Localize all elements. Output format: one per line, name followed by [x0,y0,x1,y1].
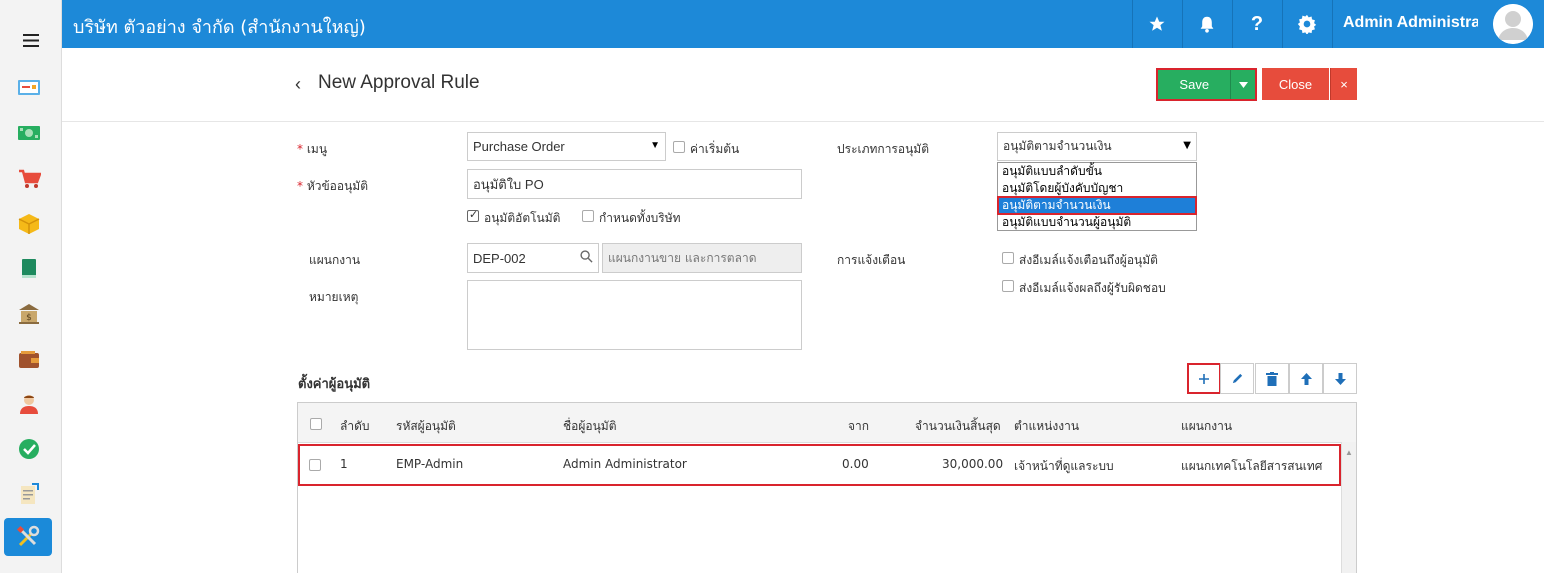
company-wide-checkbox[interactable] [582,210,594,222]
close-x-icon[interactable]: × [1330,68,1357,100]
approval-type-option[interactable]: อนุมัติแบบลำดับขั้น [998,163,1196,180]
notification-bell-icon[interactable] [1182,0,1231,48]
remark-label: หมายเหตุ [309,290,359,304]
favorite-star-icon[interactable] [1132,0,1181,48]
notify-owner-checkbox[interactable] [1002,280,1014,292]
col-position[interactable]: ตำแหน่งงาน [1014,417,1079,436]
save-dropdown-caret-icon[interactable] [1230,70,1255,99]
sidebar-settings-tools-icon[interactable] [4,518,52,556]
company-wide-label: กำหนดทั้งบริษัท [599,211,681,225]
avatar[interactable] [1493,4,1533,44]
col-department[interactable]: แผนกงาน [1181,417,1232,436]
row-checkbox[interactable] [309,459,321,471]
page-title: New Approval Rule [318,72,480,93]
save-button-group: Save [1156,68,1257,101]
col-code[interactable]: รหัสผู้อนุมัติ [396,417,456,436]
approval-type-option-selected[interactable]: อนุมัติตามจำนวนเงิน [997,196,1197,215]
svg-text:$: $ [26,313,32,323]
sidebar-money-icon[interactable] [14,118,44,148]
cell-name: Admin Administrator [563,457,687,471]
approval-type-dropdown-list: อนุมัติแบบลำดับขั้น อนุมัติโดยผู้บังคับบ… [997,162,1197,231]
auto-approve-label: อนุมัติอัตโนมัติ [484,211,561,225]
department-code-input[interactable]: DEP-002 [467,243,599,273]
notify-label: การแจ้งเตือน [837,253,906,267]
scroll-up-arrow-icon[interactable]: ▲ [1345,448,1353,457]
save-button[interactable]: Save [1158,70,1231,99]
approval-type-select[interactable]: อนุมัติตามจำนวนเงิน ▼ [997,132,1197,161]
header-divider [62,121,1544,122]
sidebar-employee-icon[interactable] [14,389,44,419]
add-approver-plus-icon[interactable] [1187,363,1221,394]
sidebar-approve-icon[interactable] [14,434,44,464]
col-seq[interactable]: ลำดับ [340,417,370,436]
notify-approver-checkbox[interactable] [1002,252,1014,264]
sidebar-dashboard-icon[interactable] [14,72,44,102]
approval-type-label: ประเภทการอนุมัติ [837,142,929,156]
auto-approve-checkbox[interactable] [467,208,479,222]
delete-trash-icon[interactable] [1255,363,1289,394]
sidebar: $ [0,0,62,573]
col-name[interactable]: ชื่อผู้อนุมัติ [563,417,617,436]
sidebar-report-icon[interactable] [14,479,44,509]
approval-type-caret-icon: ▼ [1183,140,1191,151]
default-label: ค่าเริ่มต้น [690,142,740,156]
approval-type-option[interactable]: อนุมัติโดยผู้บังคับบัญชา [998,180,1196,197]
company-name: บริษัท ตัวอย่าง จำกัด (สำนักงานใหญ่) [73,17,366,38]
cell-from: 0.00 [842,457,869,471]
menu-select[interactable]: Purchase Order ▼ [467,132,666,161]
col-from[interactable]: จาก [848,417,869,436]
user-name: Admin Administrator [1343,14,1478,31]
cell-code: EMP-Admin [396,457,464,471]
back-chevron-icon[interactable]: ‹ [295,74,301,95]
sidebar-wallet-icon[interactable] [14,344,44,374]
cell-position: เจ้าหน้าที่ดูแลระบบ [1014,459,1114,473]
approvers-section-title: ตั้งค่าผู้อนุมัติ [298,377,371,392]
default-checkbox[interactable] [673,141,685,153]
department-label: แผนกงาน [309,253,361,267]
grid-vertical-scrollbar[interactable]: ▲ [1341,442,1356,573]
select-all-checkbox[interactable] [310,418,322,430]
move-up-arrow-icon[interactable] [1289,363,1323,394]
hamburger-menu-icon[interactable] [0,0,62,80]
cell-max: 30,000.00 [942,457,1004,471]
help-question-icon[interactable]: ? [1232,0,1281,48]
edit-pencil-icon[interactable] [1220,363,1254,394]
sidebar-cart-icon[interactable] [14,164,44,194]
sidebar-box-icon[interactable] [14,209,44,239]
cell-department: แผนกเทคโนโลยีสารสนเทศ [1181,459,1323,473]
col-max[interactable]: จำนวนเงินสิ้นสุด [915,417,1001,436]
menu-label: * เมนู [297,142,328,156]
cell-seq: 1 [340,457,348,471]
notify-owner-label: ส่งอีเมล์แจ้งผลถึงผู้รับผิดชอบ [1019,281,1166,295]
approvers-grid: ลำดับ รหัสผู้อนุมัติ ชื่อผู้อนุมัติ จาก … [297,402,1357,573]
approval-type-option[interactable]: อนุมัติแบบจำนวนผู้อนุมัติ [998,214,1196,231]
subject-label: * หัวข้ออนุมัติ [297,179,368,193]
close-button[interactable]: Close [1262,68,1329,100]
settings-gear-icon[interactable] [1282,0,1331,48]
sidebar-book-icon[interactable] [14,254,44,284]
move-down-arrow-icon[interactable] [1323,363,1357,394]
remark-textarea[interactable] [467,280,802,350]
user-menu[interactable]: Admin Administrator [1332,0,1544,48]
subject-input[interactable]: อนุมัติใบ PO [467,169,802,199]
top-bar: บริษัท ตัวอย่าง จำกัด (สำนักงานใหญ่) ? A… [62,0,1544,48]
menu-select-caret-icon: ▼ [650,140,660,151]
department-name-field: แผนกงานขาย และการตลาด [602,243,802,273]
grid-header: ลำดับ รหัสผู้อนุมัติ ชื่อผู้อนุมัติ จาก … [298,403,1356,443]
sidebar-bank-icon[interactable]: $ [14,299,44,329]
department-search-icon[interactable] [580,250,593,266]
notify-approver-label: ส่งอีเมล์แจ้งเตือนถึงผู้อนุมัติ [1019,253,1158,267]
